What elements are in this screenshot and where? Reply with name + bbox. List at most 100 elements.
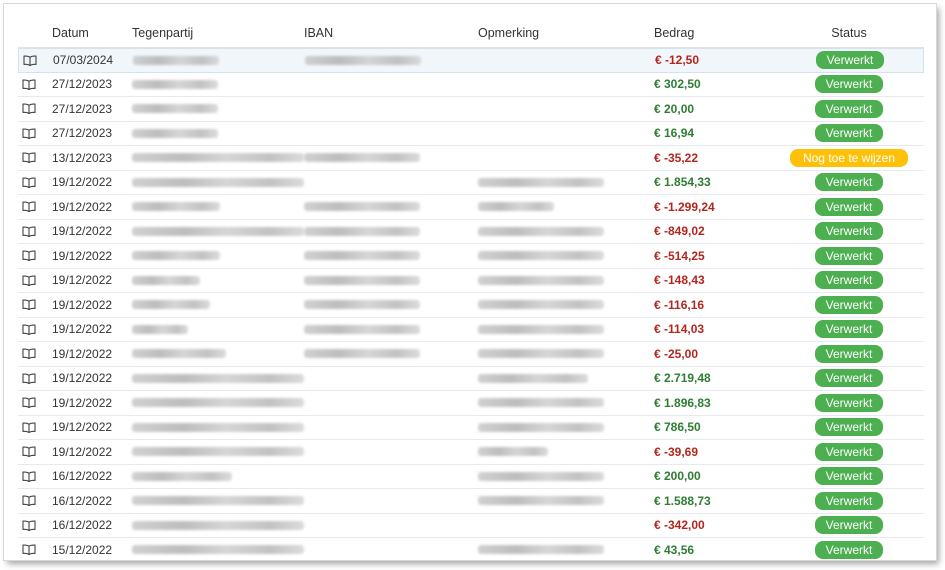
row-iban-redacted — [305, 49, 479, 72]
table-row[interactable]: 19/12/2022 € -116,16 Verwerkt — [18, 293, 924, 318]
column-header-party[interactable]: Tegenpartij — [132, 18, 304, 47]
row-amount: € -116,16 — [654, 297, 705, 312]
table-row[interactable]: 15/12/2022 € 43,56 Verwerkt — [18, 538, 924, 560]
table-row[interactable]: 19/12/2022 € 786,50 Verwerkt — [18, 416, 924, 440]
table-row[interactable]: 27/12/2023 € 302,50 Verwerkt — [18, 73, 924, 97]
status-badge[interactable]: Verwerkt — [814, 442, 884, 461]
row-status: Verwerkt — [774, 440, 924, 464]
table-row[interactable]: 13/12/2023 € -35,22 Nog toe te wijzen — [18, 146, 924, 171]
redacted-text — [132, 251, 220, 261]
column-header-iban[interactable]: IBAN — [304, 18, 478, 47]
status-badge[interactable]: Verwerkt — [814, 124, 884, 143]
row-amount: € -35,22 — [654, 150, 699, 165]
open-book-icon[interactable] — [22, 269, 44, 293]
row-status: Verwerkt — [774, 538, 924, 560]
row-note-redacted — [478, 440, 652, 464]
table-row[interactable]: 16/12/2022 € 200,00 Verwerkt — [18, 465, 924, 489]
status-badge[interactable]: Verwerkt — [814, 246, 884, 265]
redacted-text — [132, 447, 304, 457]
status-badge[interactable]: Verwerkt — [814, 99, 884, 118]
open-book-icon[interactable] — [22, 195, 44, 219]
status-badge[interactable]: Verwerkt — [814, 271, 884, 290]
table-body: 07/03/2024 € -12,50 Verwerkt 27/12/2023 € 30… — [18, 48, 924, 560]
status-badge[interactable]: Verwerkt — [814, 173, 884, 192]
column-header-amount[interactable]: Bedrag — [654, 18, 774, 47]
status-badge[interactable]: Verwerkt — [814, 540, 884, 559]
status-badge[interactable]: Verwerkt — [814, 344, 884, 363]
table-row[interactable]: 19/12/2022 € -39,69 Verwerkt — [18, 440, 924, 465]
status-badge[interactable]: Nog toe te wijzen — [789, 148, 909, 167]
table-row[interactable]: 19/12/2022 € -514,25 Verwerkt — [18, 244, 924, 269]
open-book-icon[interactable] — [22, 122, 44, 146]
status-badge[interactable]: Verwerkt — [814, 197, 884, 216]
row-note-redacted — [478, 318, 652, 342]
redacted-text — [478, 275, 604, 285]
open-book-icon[interactable] — [22, 465, 44, 489]
open-book-icon[interactable] — [22, 244, 44, 268]
status-badge[interactable]: Verwerkt — [814, 393, 884, 412]
row-amount: € 20,00 — [654, 101, 695, 116]
status-badge[interactable]: Verwerkt — [814, 222, 884, 241]
status-badge[interactable]: Verwerkt — [815, 51, 885, 70]
redacted-text — [304, 275, 420, 285]
row-date: 19/12/2022 — [52, 371, 113, 386]
status-badge[interactable]: Verwerkt — [814, 491, 884, 510]
column-header-status[interactable]: Status — [774, 18, 924, 47]
status-badge[interactable]: Verwerkt — [814, 320, 884, 339]
row-note-redacted — [478, 269, 652, 293]
status-badge[interactable]: Verwerkt — [814, 75, 884, 94]
column-header-note[interactable]: Opmerking — [478, 18, 652, 47]
table-row[interactable]: 19/12/2022 € 2.719,48 Verwerkt — [18, 367, 924, 391]
row-date: 27/12/2023 — [52, 126, 113, 141]
row-date: 15/12/2022 — [52, 542, 113, 557]
row-iban-redacted — [304, 73, 478, 97]
open-book-icon[interactable] — [22, 73, 44, 97]
open-book-icon[interactable] — [22, 293, 44, 317]
table-row[interactable]: 19/12/2022 € -25,00 Verwerkt — [18, 342, 924, 367]
row-status: Verwerkt — [774, 73, 924, 97]
table-row[interactable]: 19/12/2022 € 1.854,33 Verwerkt — [18, 171, 924, 195]
row-status: Verwerkt — [774, 122, 924, 146]
column-header-date[interactable]: Datum — [52, 18, 132, 47]
redacted-text — [478, 251, 604, 261]
row-iban-redacted — [304, 171, 478, 195]
open-book-icon[interactable] — [22, 367, 44, 391]
status-badge[interactable]: Verwerkt — [814, 295, 884, 314]
table-row[interactable]: 19/12/2022 € -148,43 Verwerkt — [18, 269, 924, 293]
row-date: 19/12/2022 — [52, 395, 113, 410]
open-book-icon[interactable] — [22, 220, 44, 244]
open-book-icon[interactable] — [22, 318, 44, 342]
table-row[interactable]: 19/12/2022 € -114,03 Verwerkt — [18, 318, 924, 342]
table-row[interactable]: 19/12/2022 € -1.299,24 Verwerkt — [18, 195, 924, 220]
open-book-icon[interactable] — [23, 49, 45, 72]
row-iban-redacted — [304, 220, 478, 244]
table-row[interactable]: 27/12/2023 € 16,94 Verwerkt — [18, 122, 924, 146]
table-row[interactable]: 19/12/2022 € 1.896,83 Verwerkt — [18, 391, 924, 416]
open-book-icon[interactable] — [22, 97, 44, 121]
redacted-text — [478, 300, 604, 310]
table-row[interactable]: 07/03/2024 € -12,50 Verwerkt — [18, 48, 924, 73]
row-party-redacted — [132, 220, 304, 244]
status-badge[interactable]: Verwerkt — [814, 369, 884, 388]
open-book-icon[interactable] — [22, 146, 44, 170]
open-book-icon[interactable] — [22, 342, 44, 366]
open-book-icon[interactable] — [22, 416, 44, 440]
row-date: 07/03/2024 — [53, 53, 114, 68]
open-book-icon[interactable] — [22, 489, 44, 513]
row-date: 27/12/2023 — [52, 77, 113, 92]
open-book-icon[interactable] — [22, 514, 44, 538]
status-badge[interactable]: Verwerkt — [814, 418, 884, 437]
open-book-icon[interactable] — [22, 440, 44, 464]
row-note-redacted — [478, 489, 652, 513]
table-row[interactable]: 19/12/2022 € -849,02 Verwerkt — [18, 220, 924, 244]
table-row[interactable]: 27/12/2023 € 20,00 Verwerkt — [18, 97, 924, 122]
status-badge[interactable]: Verwerkt — [814, 516, 884, 535]
row-party-redacted — [132, 318, 304, 342]
row-amount: € -39,69 — [654, 444, 699, 459]
status-badge[interactable]: Verwerkt — [814, 467, 884, 486]
open-book-icon[interactable] — [22, 171, 44, 195]
open-book-icon[interactable] — [22, 391, 44, 415]
open-book-icon[interactable] — [22, 538, 44, 560]
table-row[interactable]: 16/12/2022 € 1.588,73 Verwerkt — [18, 489, 924, 514]
table-row[interactable]: 16/12/2022 € -342,00 Verwerkt — [18, 514, 924, 538]
